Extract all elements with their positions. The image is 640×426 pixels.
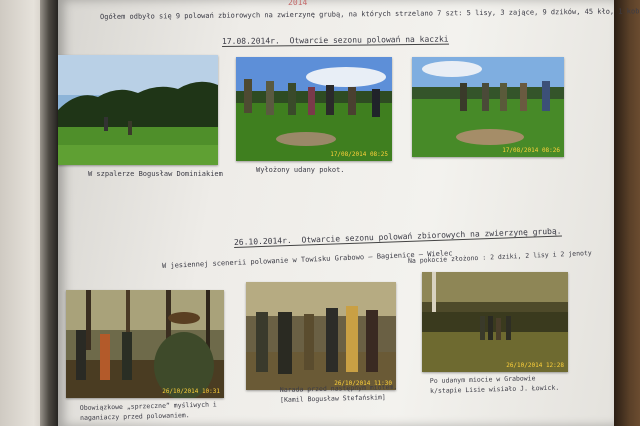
photo-council: 26/10/2014 11:30 bbox=[246, 282, 396, 390]
photo-date-stamp: 17/08/2014 08:25 bbox=[330, 151, 388, 158]
photo-field-walk bbox=[58, 55, 218, 165]
section1-heading: 17.08.2014r. Otwarcie sezonu polowań na … bbox=[221, 34, 449, 47]
top-red-text: 2014 bbox=[288, 0, 308, 7]
hunters-group-image bbox=[236, 57, 392, 161]
photo-pokot: 17/08/2014 08:26 bbox=[412, 57, 564, 157]
caption-council: Narada przed następnym miotem. [Kamil Bo… bbox=[280, 382, 410, 405]
caption-field-walk: W szpalerze Bogusław Dominiakiem bbox=[88, 170, 223, 178]
album-spine bbox=[40, 0, 60, 426]
caption-forest-clearing-text: Po udanym miocie w Grabowie k/stapie Lis… bbox=[429, 374, 560, 395]
photo-date-stamp: 17/08/2014 08:26 bbox=[502, 147, 560, 154]
caption-forest-clearing: Po udanym miocie w Grabowie k/stapie Lis… bbox=[430, 372, 570, 396]
caption-council-text: Narada przed następnym miotem. [Kamil Bo… bbox=[279, 382, 398, 404]
section2-heading: 26.10.2014r. Otwarcie sezonu polowań zbi… bbox=[233, 226, 562, 248]
photo-briefing: 26/10/2014 10:31 bbox=[66, 290, 224, 398]
forest-clearing-image bbox=[422, 272, 568, 372]
photo-date-stamp: 26/10/2014 12:28 bbox=[506, 362, 564, 369]
field-walk-image bbox=[58, 55, 218, 165]
photo-date-stamp: 26/10/2014 10:31 bbox=[162, 388, 220, 395]
council-image bbox=[246, 282, 396, 390]
photo-hunters-group: 17/08/2014 08:25 bbox=[236, 57, 392, 161]
section1-date: 17.08.2014r. bbox=[221, 36, 280, 46]
caption-briefing: Obowiązkowe „sprzeczne” myśliwych i naga… bbox=[80, 399, 230, 423]
section1-title: Otwarcie sezonu polowań na kaczki bbox=[289, 34, 449, 46]
caption-hunters-group: Wyłożony udany pokot. bbox=[256, 166, 345, 174]
briefing-image bbox=[66, 290, 224, 398]
caption-briefing-text: Obowiązkowe „sprzeczne” myśliwych i naga… bbox=[79, 400, 217, 422]
section2-date: 26.10.2014r. bbox=[233, 235, 292, 247]
section2-title: Otwarcie sezonu polowań zbiorowych na zw… bbox=[301, 226, 562, 245]
photo-forest-clearing: 26/10/2014 12:28 bbox=[422, 272, 568, 372]
pokot-image bbox=[412, 57, 564, 157]
desk-background bbox=[614, 0, 640, 426]
album-page: 2014 Ogółem odbyło się 9 polowań zbiorow… bbox=[58, 0, 640, 426]
intro-text: Ogółem odbyło się 9 polowań zbiorowych n… bbox=[99, 6, 640, 21]
